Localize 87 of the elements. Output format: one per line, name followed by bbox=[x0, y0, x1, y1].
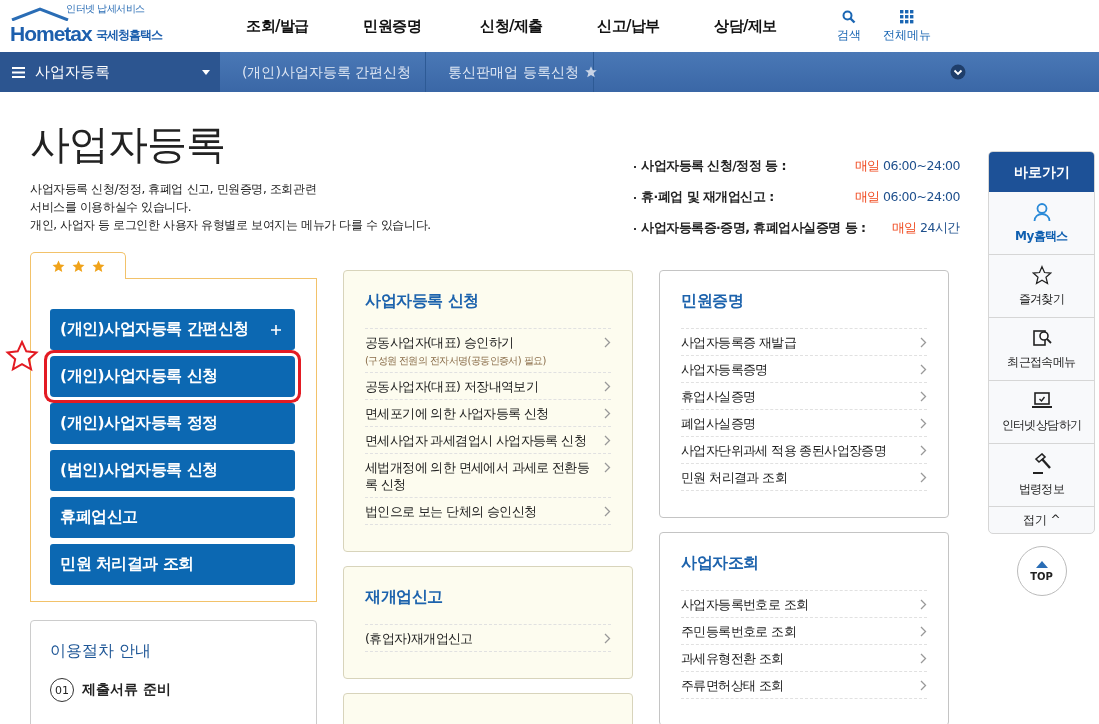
menu-link[interactable]: 사업자단위과세 적용 종된사업장증명 bbox=[681, 437, 927, 463]
star-icon bbox=[51, 259, 65, 273]
star-icon bbox=[71, 259, 85, 273]
shortcut-button[interactable]: 인터넷상담하기 bbox=[989, 381, 1094, 444]
plus-icon bbox=[271, 324, 281, 335]
chevron-icon bbox=[920, 391, 927, 402]
header-tool-button[interactable]: 전체메뉴 bbox=[883, 9, 931, 43]
service-hours-time: 매일 06:00~24:00 bbox=[854, 158, 960, 175]
header-tool-button[interactable]: 검색 bbox=[837, 9, 861, 43]
card-title: 민원증명 bbox=[681, 291, 744, 312]
expand-icon[interactable] bbox=[950, 64, 966, 80]
grid-menu-icon bbox=[900, 9, 914, 24]
menu-link[interactable]: 민원 처리결과 조회 bbox=[681, 464, 927, 490]
chevron-icon bbox=[604, 506, 611, 517]
menu-link[interactable]: 주류면허상태 조회 bbox=[681, 672, 927, 698]
chevron-icon bbox=[920, 626, 927, 637]
card-title: 재개업신고 bbox=[365, 587, 444, 608]
document-search-icon bbox=[1031, 327, 1052, 348]
collapse-button[interactable]: 접기 ^ bbox=[989, 507, 1094, 533]
shortcut-button[interactable]: 법령정보 bbox=[989, 444, 1094, 507]
main-menu-item[interactable]: 신고/납부 bbox=[597, 16, 714, 36]
menu-link[interactable]: (휴업자)재개업신고 bbox=[365, 625, 611, 651]
menu-link[interactable]: 세법개정에 의한 면세에서 과세로 전환등록 신청 bbox=[365, 454, 611, 497]
menu-link[interactable]: 사업자등록증 재발급 bbox=[681, 329, 927, 355]
menu-link[interactable]: 폐업사실증명 bbox=[681, 410, 927, 436]
quick-menu-button[interactable]: 휴폐업신고 bbox=[50, 497, 295, 538]
chevron-icon bbox=[604, 381, 611, 392]
page-description: 사업자등록 신청/정정, 휴폐업 신고, 민원증명, 조회관련 서비스를 이용하실수 있습니다. 개인, 사업자 등 로그인한 사용자 유형별로 보여지는 메뉴가 다를 수 있습니다. bbox=[30, 181, 431, 234]
service-hours-time: 매일 06:00~24:00 bbox=[854, 189, 960, 206]
menu-link[interactable]: 면세포기에 의한 사업자등록 신청 bbox=[365, 400, 611, 426]
breadcrumb-link[interactable]: (개인)사업자등록 간편신청 bbox=[220, 52, 427, 92]
main-menu-item[interactable]: 민원증명 bbox=[363, 16, 480, 36]
shortcut-button[interactable]: My홈택스 bbox=[989, 192, 1094, 255]
quick-menu-button[interactable]: (법인)사업자등록 신청 bbox=[50, 450, 295, 491]
laptop-icon bbox=[1030, 390, 1053, 411]
quick-menu-button[interactable]: 민원 처리결과 조회 bbox=[50, 544, 295, 585]
chevron-icon bbox=[920, 653, 927, 664]
chevron-icon bbox=[604, 337, 611, 348]
top-button[interactable]: TOP bbox=[1016, 546, 1067, 596]
star-icon bbox=[91, 259, 105, 273]
star-icon[interactable] bbox=[583, 65, 598, 79]
chevron-icon bbox=[604, 408, 611, 419]
main-menu-item[interactable]: 신청/제출 bbox=[480, 16, 597, 36]
main-menu-item[interactable]: 상담/제보 bbox=[714, 16, 831, 36]
service-hours-label: 사업자등록 신청/정정 등 : bbox=[641, 158, 787, 175]
quick-menu-button[interactable]: (개인)사업자등록 간편신청 bbox=[50, 309, 295, 350]
shortcuts-title: 바로가기 bbox=[989, 152, 1094, 192]
section-dropdown[interactable]: 사업자등록 bbox=[0, 52, 220, 92]
service-hours-label: 휴·폐업 및 재개업신고 : bbox=[641, 189, 774, 206]
menu-link[interactable]: 사업자등록번호로 조회 bbox=[681, 591, 927, 617]
menu-link[interactable]: 휴업사실증명 bbox=[681, 383, 927, 409]
user-icon bbox=[1031, 201, 1052, 222]
chevron-icon bbox=[920, 472, 927, 483]
menu-link[interactable]: 공동사업자(대표) 저장내역보기 bbox=[365, 373, 611, 399]
main-menu-item[interactable]: 조회/발급 bbox=[246, 16, 363, 36]
menu-link[interactable]: 공동사업자(대표) 승인하기 (구성원 전원의 전자서명(공동인증서) 필요) bbox=[365, 329, 611, 372]
card-title: 사업자등록 신청 bbox=[365, 291, 480, 312]
card-title: 사업자조회 bbox=[681, 553, 760, 574]
chevron-icon bbox=[920, 680, 927, 691]
chevron-icon bbox=[920, 599, 927, 610]
logo[interactable]: 인터넷 납세서비스 Hometax 국세청홈택스 bbox=[10, 6, 190, 46]
chevron-icon bbox=[920, 418, 927, 429]
menu-link[interactable]: 주민등록번호로 조회 bbox=[681, 618, 927, 644]
chevron-icon bbox=[920, 445, 927, 456]
chevron-icon bbox=[604, 435, 611, 446]
service-hours-time: 매일 24시간 bbox=[891, 220, 960, 237]
menu-icon bbox=[12, 66, 25, 78]
step-label: 제출서류 준비 bbox=[82, 681, 171, 699]
star-icon bbox=[1031, 264, 1052, 285]
quick-menu-button[interactable]: (개인)사업자등록 정정 bbox=[50, 403, 295, 444]
guide-title: 이용절차 안내 bbox=[50, 641, 153, 662]
menu-link[interactable]: 과세유형전환 조회 bbox=[681, 645, 927, 671]
caret-up-icon bbox=[1035, 560, 1048, 568]
menu-link[interactable]: 법인으로 보는 단체의 승인신청 bbox=[365, 498, 611, 524]
menu-link[interactable]: 사업자등록증명 bbox=[681, 356, 927, 382]
chevron-icon bbox=[920, 337, 927, 348]
service-hours-label: 사업자등록증·증명, 휴폐업사실증명 등 : bbox=[641, 220, 866, 237]
caret-icon bbox=[202, 69, 210, 75]
chevron-icon bbox=[920, 364, 927, 375]
gavel-icon bbox=[1030, 452, 1053, 475]
menu-link[interactable]: 면세사업자 과세겸업시 사업자등록 신청 bbox=[365, 427, 611, 453]
search-icon bbox=[842, 9, 856, 24]
chevron-icon bbox=[604, 633, 611, 644]
chevron-icon bbox=[604, 462, 611, 473]
page-title: 사업자등록 bbox=[30, 120, 226, 168]
shortcut-button[interactable]: 최근접속메뉴 bbox=[989, 318, 1094, 381]
shortcut-button[interactable]: 즐겨찾기 bbox=[989, 255, 1094, 318]
